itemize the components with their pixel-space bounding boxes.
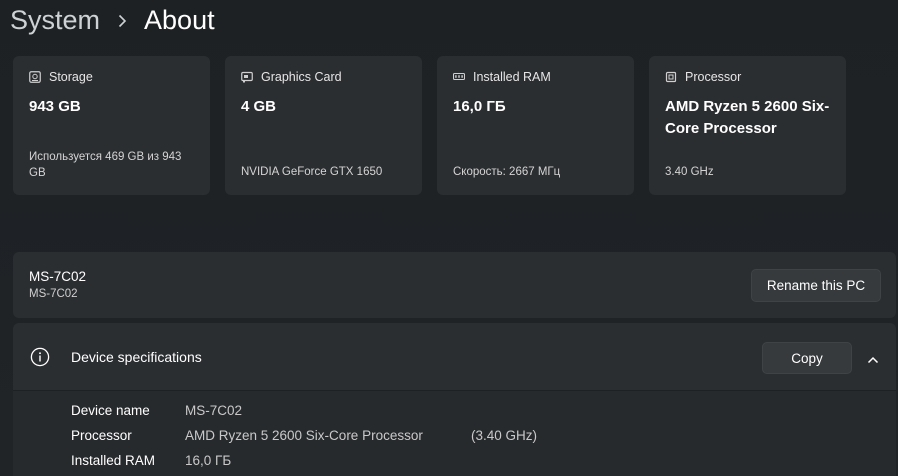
pc-model: MS-7C02 <box>29 288 78 300</box>
card-detail: 3.40 GHz <box>665 166 714 178</box>
card-title: Storage <box>49 70 93 84</box>
chevron-right-icon <box>118 2 130 38</box>
card-detail: Используется 469 GB из 943 GB <box>29 151 182 179</box>
copy-button[interactable]: Copy <box>762 342 852 374</box>
about-page: System About Storage 943 GB Используется… <box>0 0 898 476</box>
processor-icon <box>665 71 677 83</box>
info-icon <box>30 347 50 367</box>
pc-name: MS-7C02 <box>29 269 87 284</box>
card-value: 4 GB <box>241 98 277 115</box>
pc-name-panel: MS-7C02 MS-7C02 Rename this PC <box>13 252 896 318</box>
spec-cards: Storage 943 GB Используется 469 GB из 94… <box>13 56 861 195</box>
spec-row: Device name MS-7C02 <box>71 403 471 418</box>
rename-pc-button[interactable]: Rename this PC <box>751 269 881 302</box>
breadcrumb: System About <box>10 2 215 38</box>
spec-value: MS-7C02 <box>185 403 243 418</box>
installed-ram-card: Installed RAM 16,0 ГБ Скорость: 2667 МГц <box>437 56 634 195</box>
spec-value: AMD Ryzen 5 2600 Six-Core Processor <box>185 428 423 443</box>
spec-label: Processor <box>71 428 132 443</box>
graphics-card-icon <box>241 71 253 83</box>
card-title: Graphics Card <box>261 70 342 84</box>
card-detail: NVIDIA GeForce GTX 1650 <box>241 166 383 178</box>
device-specifications-panel: Device specifications Copy Device name M… <box>13 323 896 476</box>
section-title: Device specifications <box>71 349 202 365</box>
spec-label: Device name <box>71 403 150 418</box>
spec-extra: (3.40 GHz) <box>471 428 538 443</box>
device-specifications-body: Device name MS-7C02 Processor AMD Ryzen … <box>13 391 896 476</box>
card-title: Installed RAM <box>473 70 551 84</box>
card-value: 943 GB <box>29 98 81 115</box>
breadcrumb-system-link[interactable]: System <box>10 2 100 38</box>
processor-card: Processor AMD Ryzen 5 2600 Six-Core Proc… <box>649 56 846 195</box>
card-value: 16,0 ГБ <box>453 98 506 115</box>
storage-icon <box>29 71 41 83</box>
page-title: About <box>144 5 215 35</box>
storage-card: Storage 943 GB Используется 469 GB из 94… <box>13 56 210 195</box>
spec-label: Installed RAM <box>71 453 156 468</box>
card-title: Processor <box>685 70 742 84</box>
spec-row: Installed RAM 16,0 ГБ <box>71 453 471 468</box>
card-detail: Скорость: 2667 МГц <box>453 166 561 178</box>
card-value: AMD Ryzen 5 2600 Six-Core Processor <box>665 98 830 137</box>
chevron-up-icon[interactable] <box>867 352 879 364</box>
ram-icon <box>452 71 466 83</box>
device-specifications-header[interactable]: Device specifications Copy <box>13 323 896 391</box>
spec-row: Processor AMD Ryzen 5 2600 Six-Core Proc… <box>71 428 537 443</box>
spec-value: 16,0 ГБ <box>185 453 232 468</box>
graphics-card-card: Graphics Card 4 GB NVIDIA GeForce GTX 16… <box>225 56 422 195</box>
